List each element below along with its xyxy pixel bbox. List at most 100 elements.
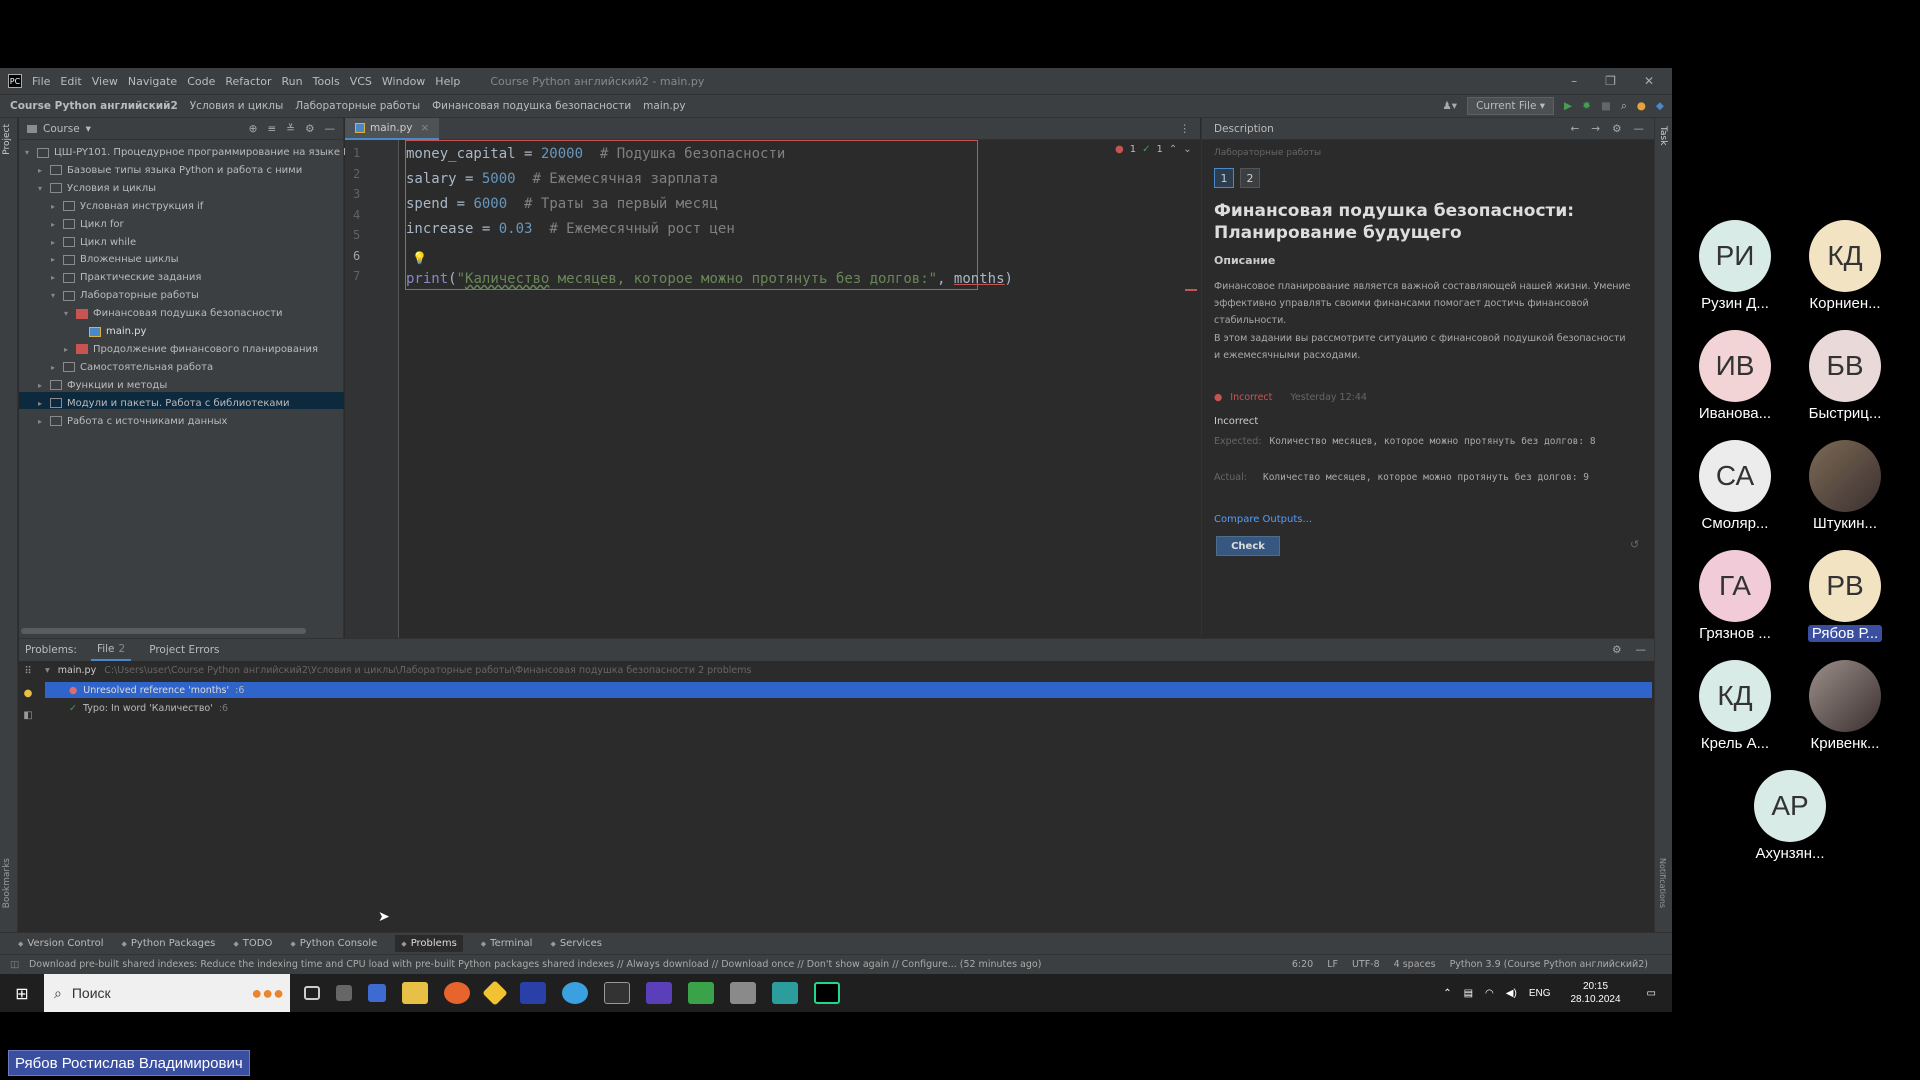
hide-panel-icon[interactable]: —: [1634, 123, 1645, 135]
code-line-2[interactable]: salary = 5000 # Ежемесячная зарплата: [406, 171, 718, 187]
tree-item[interactable]: ▸ Модули и пакеты. Работа с библиотеками: [38, 395, 290, 412]
more-icon[interactable]: ⋮: [1180, 123, 1201, 135]
update-icon[interactable]: ●: [1637, 100, 1646, 112]
menu-vcs[interactable]: VCS: [350, 75, 372, 88]
python-interpreter[interactable]: Python 3.9 (Course Python английский2): [1450, 959, 1648, 970]
app-icon[interactable]: [646, 982, 672, 1004]
app-icon[interactable]: [368, 984, 386, 1002]
tree-item[interactable]: ▾ Лабораторные работы: [51, 287, 199, 304]
volume-icon[interactable]: ◀): [1506, 988, 1517, 999]
tool-window-python-console[interactable]: ◆ Python Console: [290, 938, 377, 949]
tab-project-errors[interactable]: Project Errors: [149, 644, 219, 656]
notifications-tool-button[interactable]: Notifications: [1658, 858, 1667, 908]
code-line-6[interactable]: print("Каличество месяцев, которое можно…: [406, 271, 1013, 287]
gear-icon[interactable]: ⚙: [305, 123, 314, 135]
firefox-icon[interactable]: [444, 982, 470, 1004]
tool-window-version-control[interactable]: ◆ Version Control: [18, 938, 104, 949]
collapse-all-icon[interactable]: ≚: [286, 123, 295, 135]
chevron-down-icon[interactable]: ▾: [38, 184, 50, 193]
app-icon[interactable]: [688, 982, 714, 1004]
preview-icon[interactable]: ◧: [19, 705, 37, 727]
line-separator[interactable]: LF: [1327, 959, 1338, 970]
app-icon[interactable]: [730, 982, 756, 1004]
task-view-icon[interactable]: [304, 986, 320, 1000]
menu-run[interactable]: Run: [282, 75, 303, 88]
app-icon[interactable]: [336, 985, 352, 1001]
tree-item[interactable]: ▸ Продолжение финансового планирования: [64, 341, 318, 358]
language-indicator[interactable]: ENG: [1529, 988, 1551, 999]
chevron-right-icon[interactable]: ▸: [51, 220, 63, 229]
breadcrumb-item[interactable]: Условия и циклы: [190, 100, 283, 112]
settings-icon[interactable]: ⚙: [1612, 644, 1621, 656]
indent-setting[interactable]: 4 spaces: [1394, 959, 1436, 970]
tree-item[interactable]: ▸ Самостоятельная работа: [51, 359, 213, 376]
menu-navigate[interactable]: Navigate: [128, 75, 177, 88]
hide-icon[interactable]: —: [325, 123, 336, 135]
debug-icon[interactable]: ✹: [1582, 100, 1591, 112]
menu-code[interactable]: Code: [187, 75, 215, 88]
participant-tile[interactable]: ГА Грязнов ...: [1680, 550, 1790, 642]
pycharm-taskbar-icon[interactable]: [814, 982, 840, 1004]
chevron-right-icon[interactable]: ▸: [51, 202, 63, 211]
stop-icon[interactable]: ■: [1601, 100, 1611, 112]
compare-outputs-link[interactable]: Compare Outputs...: [1214, 514, 1312, 525]
participant-tile[interactable]: ИВ Иванова...: [1680, 330, 1790, 422]
tree-item[interactable]: ▸ Работа с источниками данных: [38, 413, 227, 430]
close-icon[interactable]: ✕: [1644, 74, 1654, 88]
file-encoding[interactable]: UTF-8: [1352, 959, 1380, 970]
status-message[interactable]: Download pre-built shared indexes: Reduc…: [29, 959, 1259, 970]
network-icon[interactable]: ▤: [1464, 988, 1473, 999]
tree-item[interactable]: ▾ ЦШ-PY101. Процедурное программирование …: [25, 144, 365, 161]
back-icon[interactable]: ←: [1570, 123, 1579, 135]
chevron-right-icon[interactable]: ▸: [51, 238, 63, 247]
bookmarks-tool-button[interactable]: Bookmarks: [2, 858, 12, 908]
hide-panel-icon[interactable]: —: [1636, 644, 1647, 656]
task-tab-1[interactable]: 1: [1214, 168, 1234, 188]
chevron-right-icon[interactable]: ▸: [64, 345, 76, 354]
app-icon[interactable]: [520, 982, 546, 1004]
status-icon[interactable]: ◫: [10, 959, 19, 970]
tool-window-terminal[interactable]: ◆ Terminal: [481, 938, 533, 949]
plugin-icon[interactable]: ◆: [1656, 100, 1664, 112]
menu-refactor[interactable]: Refactor: [225, 75, 271, 88]
breadcrumb-item[interactable]: Course Python английский2: [10, 100, 178, 112]
tool-window-todo[interactable]: ◆ TODO: [233, 938, 272, 949]
tree-item[interactable]: ▸ Условная инструкция if: [51, 198, 203, 215]
check-button[interactable]: Check: [1216, 536, 1280, 556]
app-icon[interactable]: [772, 982, 798, 1004]
tree-item[interactable]: ▾ Условия и циклы: [38, 180, 156, 197]
group-icon[interactable]: ⠿: [19, 661, 37, 683]
telegram-icon[interactable]: [562, 982, 588, 1004]
tree-item[interactable]: ▸ Базовые типы языка Python и работа с ни…: [38, 162, 302, 179]
down-arrow-icon[interactable]: ⌄: [1183, 144, 1191, 155]
task-tab-2[interactable]: 2: [1240, 168, 1260, 188]
tab-file[interactable]: File 2: [90, 639, 132, 661]
user-icon[interactable]: ♟▾: [1442, 100, 1457, 112]
git-icon[interactable]: [482, 980, 508, 1006]
menu-view[interactable]: View: [92, 75, 118, 88]
task-tool-button[interactable]: Task: [1658, 126, 1668, 145]
chevron-right-icon[interactable]: ▸: [51, 273, 63, 282]
project-tool-button[interactable]: Project: [2, 124, 12, 155]
tree-item[interactable]: ▸ Функции и методы: [38, 377, 167, 394]
forward-icon[interactable]: →: [1591, 123, 1600, 135]
locate-icon[interactable]: ⊕: [249, 123, 258, 135]
tree-item[interactable]: ▸ Вложенные циклы: [51, 251, 178, 268]
inspection-widget[interactable]: ● 1 ✓ 1 ⌃ ⌄: [1115, 144, 1192, 155]
run-icon[interactable]: ▶: [1564, 100, 1572, 112]
restore-icon[interactable]: ❐: [1605, 74, 1616, 88]
file-explorer-icon[interactable]: [402, 982, 428, 1004]
problem-row-selected[interactable]: ● Unresolved reference 'months' :6: [45, 682, 1652, 698]
code-line-1[interactable]: money_capital = 20000 # Подушка безопасн…: [406, 146, 785, 162]
expand-all-icon[interactable]: ≡: [267, 123, 276, 135]
chevron-right-icon[interactable]: ▸: [51, 363, 63, 372]
reset-icon[interactable]: ↺: [1630, 538, 1639, 551]
run-config-select[interactable]: Current File ▾: [1467, 97, 1555, 115]
tree-item[interactable]: ▾ Финансовая подушка безопасности: [64, 305, 283, 322]
windows-start-icon[interactable]: ⊞: [0, 974, 44, 1012]
error-stripe-mark[interactable]: [1185, 289, 1197, 291]
breadcrumb-item[interactable]: main.py: [643, 100, 685, 112]
tree-item[interactable]: ▸ Практические задания: [51, 269, 201, 286]
tool-window-services[interactable]: ◆ Services: [550, 938, 602, 949]
problem-file-row[interactable]: ▾ main.py C:\Users\user\Course Python ан…: [45, 665, 751, 676]
